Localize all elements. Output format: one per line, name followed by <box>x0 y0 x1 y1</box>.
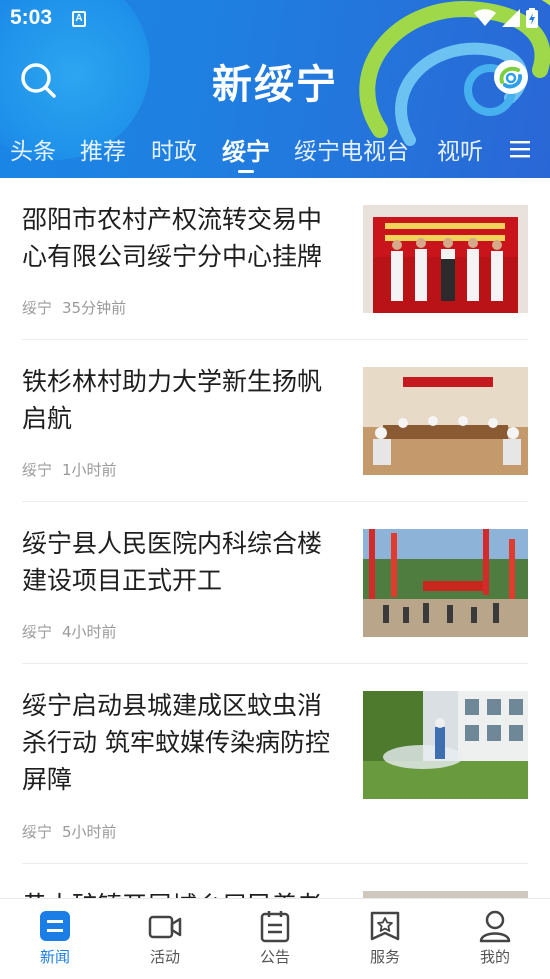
nav-notice[interactable]: 公告 <box>220 899 330 979</box>
news-source: 绥宁 <box>22 461 53 479</box>
tab-toutiao[interactable]: 头条 <box>10 132 56 166</box>
news-source: 绥宁 <box>22 623 53 641</box>
category-tabs: 头条 推荐 时政 绥宁 绥宁电视台 视听 <box>0 128 550 178</box>
news-thumbnail[interactable] <box>363 205 528 313</box>
active-tab-indicator <box>238 170 254 173</box>
news-source: 绥宁 <box>22 823 53 841</box>
news-meta: 绥宁 5小时前 <box>22 821 117 842</box>
news-meta: 绥宁 4小时前 <box>22 621 117 642</box>
news-title[interactable]: 邵阳市农村产权流转交易中心有限公司绥宁分中心挂牌 <box>22 201 342 275</box>
menu-icon[interactable] <box>508 138 532 160</box>
news-time: 5小时前 <box>62 823 117 841</box>
news-item[interactable]: 绥宁县人民医院内科综合楼建设项目正式开工 绥宁 4小时前 <box>22 502 528 664</box>
nav-label: 活动 <box>149 948 180 966</box>
news-title[interactable]: 绥宁启动县城建成区蚊虫消杀行动 筑牢蚊媒传染病防控屏障 <box>22 687 342 798</box>
news-time: 35分钟前 <box>62 299 127 317</box>
news-title[interactable]: 黄土矿镇开展城乡居民养老 <box>22 887 342 898</box>
news-thumbnail[interactable] <box>363 891 528 898</box>
app-title: 新绥宁 <box>212 62 338 108</box>
battery-icon <box>526 8 538 28</box>
news-source: 绥宁 <box>22 299 53 317</box>
notice-icon <box>260 911 290 943</box>
news-title[interactable]: 铁杉林村助力大学新生扬帆启航 <box>22 363 342 437</box>
news-item[interactable]: 绥宁启动县城建成区蚊虫消杀行动 筑牢蚊媒传染病防控屏障 绥宁 5小时前 <box>22 664 528 864</box>
nav-service[interactable]: 服务 <box>330 899 440 979</box>
news-item[interactable]: 邵阳市农村产权流转交易中心有限公司绥宁分中心挂牌 绥宁 35分钟前 <box>22 178 528 340</box>
service-star-icon <box>370 911 400 941</box>
status-bar: 5:03 A <box>0 0 550 38</box>
tab-suining-tv[interactable]: 绥宁电视台 <box>294 132 409 166</box>
status-time: 5:03 <box>10 6 53 29</box>
news-thumbnail[interactable] <box>363 367 528 475</box>
news-icon <box>40 911 70 941</box>
nav-mine[interactable]: 我的 <box>440 899 550 979</box>
nav-activity[interactable]: 活动 <box>110 899 220 979</box>
nav-news[interactable]: 新闻 <box>0 899 110 979</box>
signal-icon <box>502 9 520 27</box>
news-time: 4小时前 <box>62 623 117 641</box>
status-icons <box>474 8 538 28</box>
news-thumbnail[interactable] <box>363 529 528 637</box>
bottom-navigation: 新闻 活动 公告 服务 我的 <box>0 898 550 979</box>
header: 5:03 A 新绥宁 头条 推荐 时政 绥宁 绥宁电视台 视听 <box>0 0 550 178</box>
notification-icon: A <box>72 11 86 27</box>
news-title[interactable]: 绥宁县人民医院内科综合楼建设项目正式开工 <box>22 525 342 599</box>
video-camera-icon <box>148 915 182 939</box>
tab-recommend[interactable]: 推荐 <box>80 132 126 166</box>
news-time: 1小时前 <box>62 461 117 479</box>
news-meta: 绥宁 1小时前 <box>22 459 117 480</box>
news-item[interactable]: 铁杉林村助力大学新生扬帆启航 绥宁 1小时前 <box>22 340 528 502</box>
app-screen: 5:03 A 新绥宁 头条 推荐 时政 绥宁 绥宁电视台 视听 邵阳市农村产权流… <box>0 0 550 979</box>
nav-label: 服务 <box>369 948 400 966</box>
tab-politics[interactable]: 时政 <box>151 132 197 166</box>
nav-label: 新闻 <box>39 948 70 966</box>
wifi-icon <box>474 9 496 26</box>
user-icon <box>479 910 511 943</box>
nav-label: 公告 <box>259 948 290 966</box>
news-thumbnail[interactable] <box>363 691 528 799</box>
tab-suining[interactable]: 绥宁 <box>222 132 270 167</box>
app-logo-icon[interactable] <box>494 60 528 94</box>
tab-audio-video[interactable]: 视听 <box>437 132 483 166</box>
news-meta: 绥宁 35分钟前 <box>22 297 126 318</box>
news-list: 邵阳市农村产权流转交易中心有限公司绥宁分中心挂牌 绥宁 35分钟前 铁杉林村助力… <box>0 178 550 898</box>
news-item[interactable]: 黄土矿镇开展城乡居民养老 <box>22 864 528 898</box>
nav-label: 我的 <box>479 948 510 966</box>
